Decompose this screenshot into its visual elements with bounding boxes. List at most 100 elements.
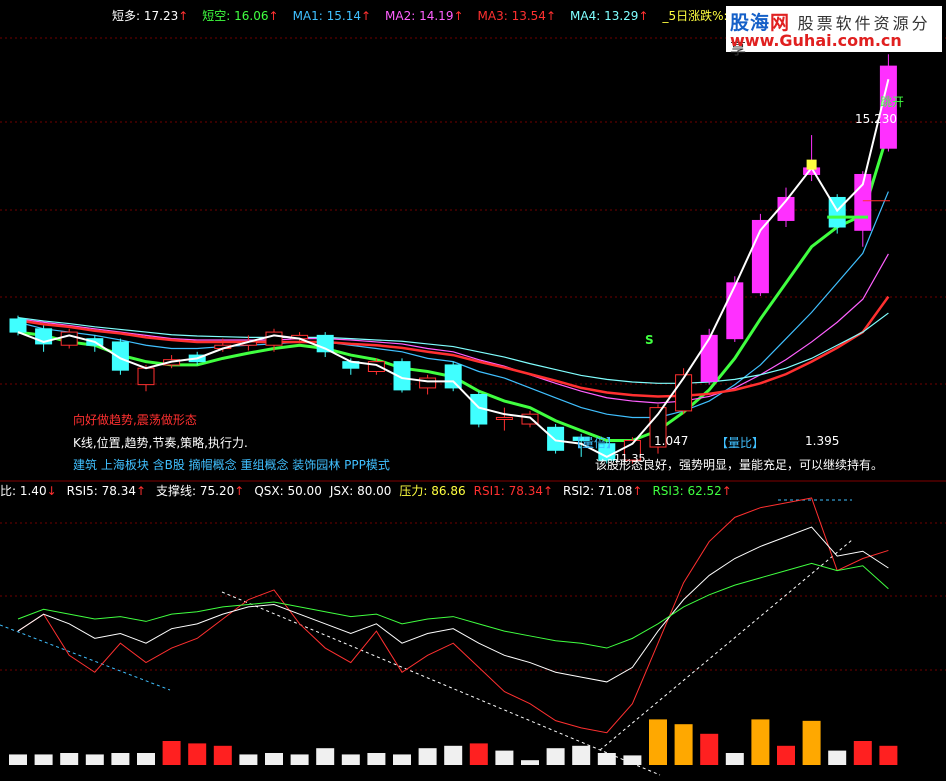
candle-body-27 [700, 334, 718, 382]
volume-bar-5 [137, 753, 155, 765]
grid-lines [0, 37, 946, 671]
top-header-item-arrow-2: ↑ [360, 9, 372, 23]
top-header-item-arrow-0: ↑ [178, 9, 189, 23]
highlight-marker [806, 159, 817, 170]
volume-bar-31 [802, 720, 821, 765]
candle-body-0 [9, 318, 27, 333]
vol-ratio-label: 【量倍】 [570, 436, 619, 450]
trend-note: 向好做趋势,震荡做形态 [73, 413, 197, 427]
bottom-header-item-arrow-0: ↓ [46, 484, 57, 498]
vol-bi-label: 【量比】 [716, 436, 765, 450]
rsi-series-RSI1 [17, 497, 889, 734]
volume-bar-7 [188, 743, 207, 765]
volume-bar-17 [444, 745, 463, 765]
top-header-item-5: MA4: 13.29↑ [570, 9, 649, 23]
price-level-label: 15.230 [855, 112, 897, 126]
bottom-header-item-8: RSI3: 62.52↑ [652, 484, 732, 498]
volume-bar-14 [367, 753, 386, 765]
volume-bar-26 [674, 724, 693, 765]
candle-body-26 [675, 374, 693, 412]
volume-bar-0 [9, 754, 27, 765]
bottom-header-item-arrow-8: ↑ [721, 484, 732, 498]
volume-bar-15 [393, 754, 411, 765]
volume-bar-23 [597, 753, 616, 765]
volume-bar-25 [649, 719, 667, 765]
volume-bars [9, 719, 898, 765]
volume-bar-19 [495, 750, 514, 765]
volume-bar-34 [879, 745, 898, 765]
top-header-item-1: 短空: 16.06↑ [202, 9, 279, 23]
top-header-item-arrow-3: ↑ [453, 9, 464, 23]
bottom-header-item-arrow-7: ↑ [632, 484, 643, 498]
stock-chart[interactable] [0, 0, 946, 781]
volume-bar-21 [546, 748, 565, 765]
volume-bar-27 [700, 733, 719, 765]
top-header-item-arrow-1: ↑ [268, 9, 279, 23]
bottom-header-item-2: 支撑线: 75.20↑ [156, 484, 245, 498]
top-header-item-3: MA2: 14.19↑ [385, 9, 464, 23]
candle-body-5 [137, 367, 155, 386]
volume-bar-16 [418, 748, 437, 765]
rsi-trend-line-2 [221, 591, 661, 776]
volume-bar-33 [853, 741, 872, 765]
rsi-trend-line-3 [599, 539, 853, 751]
volume-bar-29 [751, 719, 770, 765]
volume-bar-30 [777, 745, 795, 765]
rsi-series-RSI3 [17, 562, 889, 649]
volume-bar-6 [162, 741, 181, 765]
top-header-item-4: MA3: 13.54↑ [477, 9, 557, 23]
volume-bar-28 [725, 753, 744, 765]
bottom-header-item-arrow-2: ↑ [234, 484, 245, 498]
candle-body-4 [111, 341, 129, 371]
bottom-header-item-arrow-6: ↑ [542, 484, 554, 498]
bottom-header-item-1: RSI5: 78.34↑ [66, 484, 147, 498]
volume-bar-13 [341, 754, 360, 765]
volume-bar-1 [34, 754, 53, 765]
top-header-item-0: 短多: 17.23↑ [112, 9, 189, 23]
vol-bi-value: 1.395 [805, 434, 840, 448]
volume-bar-20 [521, 760, 539, 765]
volume-bar-12 [316, 748, 335, 765]
volume-bar-11 [290, 754, 309, 765]
candle-body-21 [547, 426, 565, 451]
rsi-series-RSI2 [17, 526, 889, 683]
candle-body-14 [367, 361, 385, 372]
volume-bar-22 [572, 745, 591, 765]
candle-body-2 [60, 331, 78, 346]
volume-bar-4 [111, 753, 130, 765]
top-header-item-arrow-5: ↑ [638, 9, 649, 23]
top-header-item-2: MA1: 15.14↑ [292, 9, 372, 23]
volume-bar-32 [828, 750, 847, 765]
rsi-trend-line-1 [0, 624, 171, 691]
bottom-header-item-0: 比: 1.40↓ [0, 484, 57, 498]
candle-body-10 [265, 331, 283, 346]
volume-bar-10 [265, 753, 283, 765]
volume-bar-18 [469, 743, 488, 765]
top-header-item-arrow-4: ↑ [545, 9, 557, 23]
candlesticks [9, 54, 897, 464]
volume-bar-8 [213, 745, 232, 765]
bottom-header-item-4: JSX: 80.00 [329, 484, 392, 498]
volume-bar-3 [85, 754, 104, 765]
method-note: K线,位置,趋势,节奏,策略,执行力. [73, 436, 248, 450]
candle-body-28 [726, 282, 744, 340]
bottom-header-item-5: 压力: 86.86 [399, 484, 466, 498]
rsi-lines [17, 497, 889, 734]
candle-body-19 [495, 416, 513, 420]
bottom-header-item-arrow-1: ↑ [135, 484, 147, 498]
bottom-header-item-7: RSI2: 71.08↑ [563, 484, 643, 498]
guhai-logo: 股海网 股票软件资源分享 www.Guhai.com.cn [726, 6, 942, 58]
candle-body-17 [444, 364, 462, 389]
logo-url: www.Guhai.com.cn [730, 31, 902, 50]
jump-label: 跳开 [880, 95, 905, 109]
rsi-indicator-header: 比: 1.40↓ RSI5: 78.34↑ 支撑线: 75.20↑ QSX: 50.0… [0, 483, 742, 499]
price-indicator-header: 短多: 17.23↑ 短空: 16.06↑ MA1: 15.14↑ MA2: 14.1… [112, 8, 808, 24]
volume-bar-2 [60, 753, 79, 765]
trend-lines [0, 499, 853, 776]
stock-comment: 该股形态良好，强势明显，量能充足，可以继续持有。 [595, 458, 884, 472]
vol-ratio-value: 1.047 [654, 434, 689, 448]
bottom-header-item-3: QSX: 50.00 [254, 484, 322, 498]
candle-body-16 [419, 377, 437, 389]
sell-signal: S [645, 333, 654, 347]
bottom-header-item-6: RSI1: 78.34↑ [473, 484, 554, 498]
